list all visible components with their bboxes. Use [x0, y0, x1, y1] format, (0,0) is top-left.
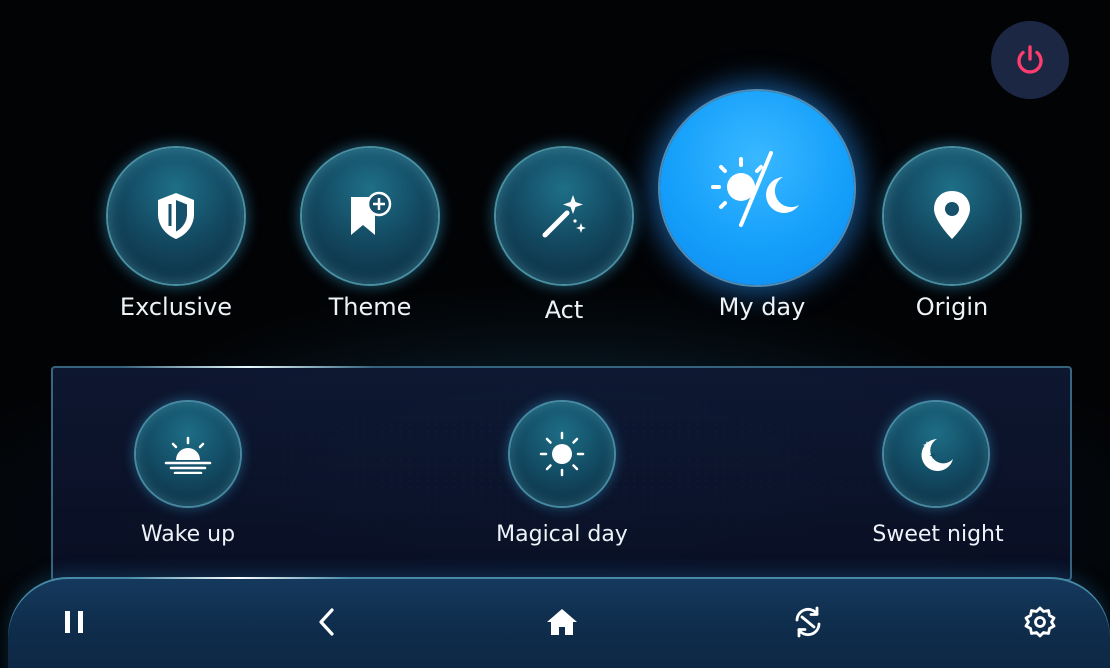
shield-icon	[158, 193, 194, 239]
mode-label: Theme	[328, 293, 412, 321]
power-button[interactable]	[991, 21, 1069, 99]
sync-icon	[795, 606, 821, 638]
mode-my-day-button[interactable]	[660, 91, 854, 285]
sun-icon	[539, 431, 585, 477]
wake-up-button[interactable]	[136, 402, 240, 506]
mode-label: Origin	[915, 293, 989, 321]
settings-icon	[1024, 606, 1056, 638]
home-icon	[547, 609, 577, 635]
location-pin-icon	[934, 191, 970, 239]
mode-act-button[interactable]	[496, 148, 632, 284]
sub-mode-label: Wake up	[140, 522, 236, 547]
sub-mode-label: Magical day	[496, 522, 628, 547]
power-icon	[1017, 45, 1043, 74]
screen: Exclusive Theme Act My day Origin Wake u…	[0, 0, 1110, 668]
sync-button[interactable]	[778, 592, 838, 652]
moon-stars-icon	[921, 439, 953, 471]
mode-theme-button[interactable]	[302, 148, 438, 284]
mode-label: Act	[544, 296, 584, 324]
pause-button[interactable]	[44, 592, 104, 652]
mode-label: Exclusive	[119, 293, 233, 321]
home-button[interactable]	[532, 592, 592, 652]
back-icon	[319, 608, 334, 636]
mode-origin-button[interactable]	[884, 148, 1020, 284]
settings-button[interactable]	[1010, 592, 1070, 652]
magic-wand-icon	[542, 195, 586, 238]
sweet-night-button[interactable]	[884, 402, 988, 506]
mode-exclusive-button[interactable]	[108, 148, 244, 284]
mode-label: My day	[718, 293, 806, 321]
back-button[interactable]	[298, 592, 358, 652]
magical-day-button[interactable]	[510, 402, 614, 506]
sunrise-icon	[164, 436, 212, 474]
day-night-icon	[711, 151, 799, 227]
pause-icon	[65, 611, 83, 633]
sub-mode-label: Sweet night	[872, 522, 1004, 547]
bookmark-add-icon	[351, 191, 392, 235]
